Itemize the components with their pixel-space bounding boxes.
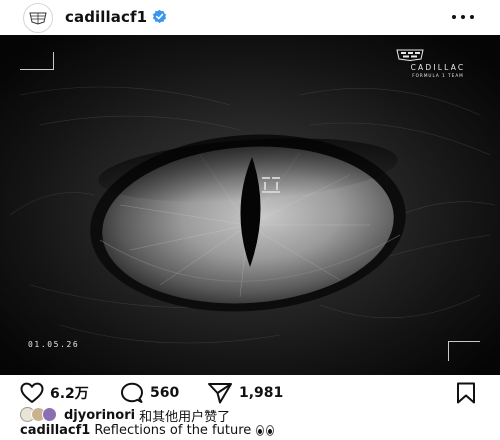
liker-avatar <box>42 407 57 422</box>
frame-corner-top-left <box>20 52 54 70</box>
caption-username[interactable]: cadillacf1 <box>20 423 90 438</box>
caption-text: Reflections of the future <box>94 423 252 438</box>
verified-badge-icon <box>152 9 167 24</box>
bookmark-icon <box>457 382 475 404</box>
post-header: cadillacf1 <box>0 0 500 34</box>
frame-corner-bottom-right <box>448 341 480 361</box>
liker-username[interactable]: djyorinori <box>64 408 135 423</box>
instagram-post: cadillacf1 CADILLAC FORMULA 1 TEAM 01.05… <box>0 0 500 440</box>
profile-avatar[interactable] <box>23 3 53 33</box>
cat-eye-image <box>0 35 500 375</box>
share-button[interactable]: 1,981 <box>207 381 283 405</box>
post-caption: cadillacf1 Reflections of the future <box>20 423 275 438</box>
post-actions: 6.2万 560 1,981 <box>0 378 500 408</box>
liker-avatars <box>20 407 58 423</box>
brand-name: CADILLAC <box>410 63 466 72</box>
cadillac-f1-logo: CADILLAC FORMULA 1 TEAM <box>396 49 480 78</box>
share-count: 1,981 <box>239 385 284 401</box>
like-button[interactable]: 6.2万 <box>20 381 89 405</box>
comment-icon <box>121 382 143 403</box>
brand-subtitle: FORMULA 1 TEAM <box>412 73 464 78</box>
date-stamp: 01.05.26 <box>28 340 80 349</box>
likes-suffix: 和其他用户赞了 <box>139 409 231 425</box>
cadillac-crest-icon <box>29 12 47 25</box>
comment-button[interactable]: 560 <box>120 381 179 405</box>
eyes-emoji-icon <box>256 425 275 436</box>
post-username[interactable]: cadillacf1 <box>65 8 147 26</box>
more-options-icon[interactable] <box>452 9 474 25</box>
save-button[interactable] <box>456 381 476 405</box>
like-count: 6.2万 <box>50 386 89 402</box>
likes-summary[interactable]: djyorinori 和其他用户赞了 <box>20 407 231 425</box>
heart-icon <box>20 382 44 403</box>
comment-count: 560 <box>150 385 180 401</box>
send-icon <box>208 383 232 404</box>
cadillac-logo-icon <box>396 49 424 61</box>
post-image[interactable]: CADILLAC FORMULA 1 TEAM 01.05.26 <box>0 35 500 375</box>
